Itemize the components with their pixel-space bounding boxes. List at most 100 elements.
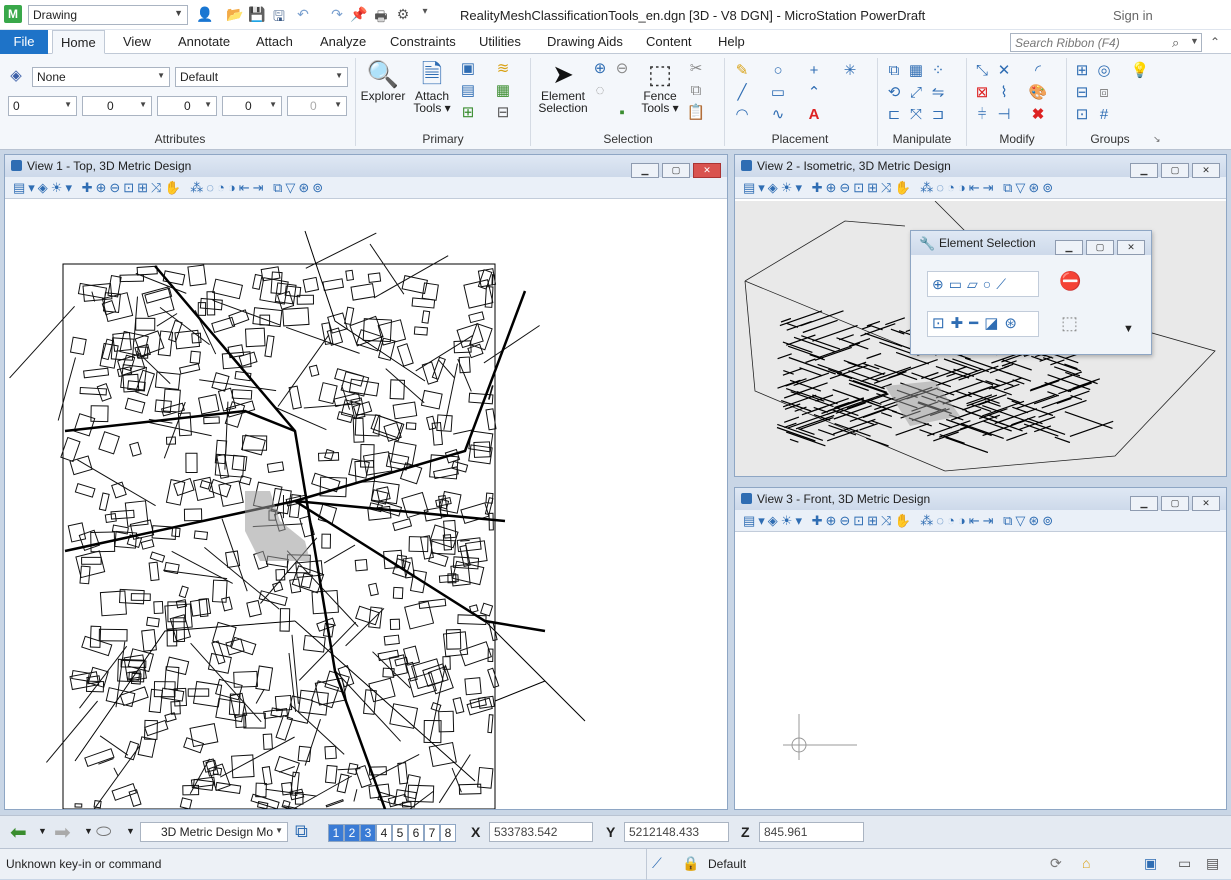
close-button[interactable]: ✕ bbox=[1117, 240, 1145, 255]
tab-drawing-aids[interactable]: Drawing Aids bbox=[539, 30, 631, 54]
sign-in-link[interactable]: Sign in bbox=[1113, 8, 1153, 23]
chevron-down-icon[interactable]: ▼ bbox=[1190, 36, 1199, 46]
modify-element-icon[interactable]: ⤡ bbox=[972, 61, 992, 81]
insert-vertex-icon[interactable]: ⫩ bbox=[972, 105, 992, 125]
invert-selection-icon[interactable]: ◪ bbox=[984, 315, 1004, 332]
color-dropdown[interactable]: 0▼ bbox=[8, 96, 77, 116]
circle-select-icon[interactable]: ○ bbox=[983, 276, 996, 292]
clear-mode-icon[interactable]: ⊛ bbox=[1004, 315, 1023, 332]
view-3-toolbar[interactable]: ▤▾◈☀▾ ✚⊕⊖⊡⊞⤨✋ ⁂◌◔◑⇤⇥ ⧉▽⊛⊚ bbox=[735, 510, 1226, 532]
close-button[interactable]: ✕ bbox=[1192, 496, 1220, 511]
tab-content[interactable]: Content bbox=[638, 30, 700, 54]
pin-icon[interactable]: 📌 bbox=[350, 6, 368, 23]
array-icon[interactable]: ⁘ bbox=[928, 61, 948, 81]
tab-constraints[interactable]: Constraints bbox=[382, 30, 464, 54]
levels-icon[interactable]: ⊞ bbox=[458, 103, 478, 123]
tab-utilities[interactable]: Utilities bbox=[471, 30, 529, 54]
select-all-icon[interactable]: ⊕ bbox=[590, 59, 610, 79]
place-point-icon[interactable]: + bbox=[804, 61, 824, 81]
tab-home[interactable]: Home bbox=[52, 30, 105, 54]
ungroup-icon[interactable]: ⊟ bbox=[1072, 83, 1092, 103]
references-icon[interactable]: ▤ bbox=[458, 81, 478, 101]
message-center-icon[interactable]: ▭ bbox=[1178, 855, 1191, 872]
element-selection-dialog[interactable]: 🔧 Element Selection ▁▢✕ ⊕▭▱○⟋ ⛔ ⊡✚━◪⊛ ⬚ … bbox=[910, 230, 1152, 355]
view-toggle-3[interactable]: 3 bbox=[360, 824, 376, 842]
minimize-button[interactable]: ▁ bbox=[631, 163, 659, 178]
move-icon[interactable]: ⧉ bbox=[884, 61, 904, 81]
chevron-down-icon[interactable]: ▼ bbox=[126, 826, 135, 836]
view-toggle-7[interactable]: 7 bbox=[424, 824, 440, 842]
hatch-icon[interactable]: # bbox=[1094, 105, 1114, 125]
selection-set-icon[interactable]: ▪ bbox=[612, 103, 632, 123]
view-1-toolbar[interactable]: ▤▾◈☀▾ ✚⊕⊖⊡⊞⤨✋ ⁂◌◔◑⇤⇥ ⧉▽⊛⊚ bbox=[5, 177, 727, 199]
element-selection-button[interactable]: ➤ElementSelection bbox=[536, 58, 590, 114]
graphic-group-icon[interactable]: ◎ bbox=[1094, 61, 1114, 81]
maximize-button[interactable]: ▢ bbox=[1086, 240, 1114, 255]
view-1[interactable]: View 1 - Top, 3D Metric Design ▁▢✕ ▤▾◈☀▾… bbox=[4, 154, 728, 810]
delete-part-icon[interactable]: ⊠ bbox=[972, 83, 992, 103]
level-display-icon[interactable]: ▦ bbox=[493, 81, 513, 101]
add-selection-icon[interactable]: ✚ bbox=[951, 315, 970, 332]
sync-icon[interactable]: ⟳ bbox=[1050, 855, 1062, 872]
place-arc-icon[interactable]: ◠ bbox=[732, 105, 752, 125]
line-select-icon[interactable]: ⟋ bbox=[996, 276, 1011, 292]
selection-mode-toolbar[interactable]: ⊡✚━◪⊛ bbox=[927, 311, 1039, 337]
selection-method-toolbar[interactable]: ⊕▭▱○⟋ bbox=[927, 271, 1039, 297]
view-2-titlebar[interactable]: View 2 - Isometric, 3D Metric Design ▁▢✕ bbox=[735, 155, 1226, 177]
models-icon[interactable]: ▣ bbox=[458, 59, 478, 79]
line-style-dropdown[interactable]: 0▼ bbox=[82, 96, 152, 116]
place-block-icon[interactable]: ▭ bbox=[768, 83, 788, 103]
fillet-icon[interactable]: ◜ bbox=[1028, 61, 1048, 81]
extend-icon[interactable]: ⊣ bbox=[994, 105, 1014, 125]
maximize-button[interactable]: ▢ bbox=[1161, 163, 1189, 178]
style-dropdown[interactable]: Default▼ bbox=[175, 67, 348, 87]
align-icon[interactable]: ⊏ bbox=[884, 105, 904, 125]
back-icon[interactable]: ⬅ bbox=[10, 820, 27, 845]
place-cell-icon[interactable]: ✳ bbox=[840, 61, 860, 81]
select-by-attributes-icon[interactable]: ⊖ bbox=[612, 59, 632, 79]
view-toggle-5[interactable]: 5 bbox=[392, 824, 408, 842]
weight-dropdown[interactable]: 0▼ bbox=[157, 96, 217, 116]
individual-select-icon[interactable]: ⊕ bbox=[932, 276, 949, 292]
place-multiline-icon[interactable]: ⌃ bbox=[804, 83, 824, 103]
view-3[interactable]: View 3 - Front, 3D Metric Design ▁▢✕ ▤▾◈… bbox=[734, 487, 1227, 810]
block-select-icon[interactable]: ▭ bbox=[949, 276, 967, 292]
settings-icon[interactable]: ⚙ bbox=[394, 6, 412, 23]
minimize-button[interactable]: ▁ bbox=[1130, 163, 1158, 178]
mirror-icon[interactable]: ⇋ bbox=[928, 83, 948, 103]
attach-tools-button[interactable]: 🗎AttachTools ▾ bbox=[410, 58, 454, 114]
explorer-button[interactable]: 🔍Explorer bbox=[360, 58, 406, 102]
close-button[interactable]: ✕ bbox=[693, 163, 721, 178]
level-dropdown[interactable]: None▼ bbox=[32, 67, 170, 87]
named-group-icon[interactable]: ⧈ bbox=[1094, 83, 1114, 103]
undo-icon[interactable]: ↶ bbox=[294, 6, 312, 23]
copy-icon[interactable]: ⧉ bbox=[686, 81, 706, 101]
print-icon[interactable]: 🖶 bbox=[372, 6, 390, 30]
place-line-icon[interactable]: ╱ bbox=[732, 83, 752, 103]
snap-icon[interactable]: ⟋ bbox=[652, 855, 662, 872]
paste-icon[interactable]: 📋 bbox=[686, 103, 706, 123]
view-1-canvas[interactable] bbox=[5, 201, 727, 809]
view-toggle-4[interactable]: 4 bbox=[376, 824, 392, 842]
expand-dialog-icon[interactable]: ▼ bbox=[1123, 323, 1134, 335]
modified-icon[interactable]: ▤ bbox=[1206, 855, 1219, 872]
new-selection-icon[interactable]: ⊡ bbox=[932, 315, 951, 332]
z-coordinate-field[interactable]: 845.961 bbox=[759, 822, 864, 842]
model-dropdown[interactable]: 3D Metric Design Mo▼ bbox=[140, 822, 288, 842]
y-coordinate-field[interactable]: 5212148.433 bbox=[624, 822, 729, 842]
user-icon[interactable]: 👤 bbox=[196, 6, 214, 23]
active-level[interactable]: Default bbox=[708, 857, 746, 871]
view-1-titlebar[interactable]: View 1 - Top, 3D Metric Design ▁▢✕ bbox=[5, 155, 727, 177]
properties-icon[interactable]: ⊟ bbox=[493, 103, 513, 123]
subtract-selection-icon[interactable]: ━ bbox=[969, 315, 984, 332]
select-cursor-icon[interactable]: ⬚ bbox=[1061, 313, 1078, 334]
spin-icon[interactable]: ⊐ bbox=[928, 105, 948, 125]
minimize-button[interactable]: ▁ bbox=[1130, 496, 1158, 511]
change-attributes-icon[interactable]: 🎨 bbox=[1028, 83, 1048, 103]
break-icon[interactable]: ⌇ bbox=[994, 83, 1014, 103]
search-icon[interactable]: ⌕ bbox=[1172, 35, 1179, 51]
clear-selection-icon[interactable]: ⛔ bbox=[1059, 271, 1081, 292]
drop-icon[interactable]: ⊡ bbox=[1072, 105, 1092, 125]
transparency-dropdown[interactable]: 0▼ bbox=[222, 96, 282, 116]
place-circle-icon[interactable]: ○ bbox=[768, 61, 788, 81]
